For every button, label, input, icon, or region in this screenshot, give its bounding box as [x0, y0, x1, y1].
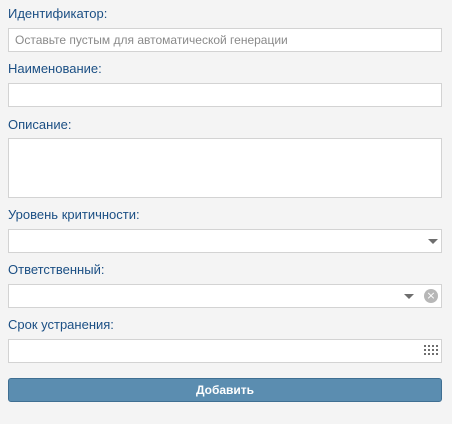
add-issue-form: Идентификатор: Наименование: Описание: У… — [0, 0, 452, 424]
criticality-label: Уровень критичности: — [8, 207, 140, 222]
deadline-input[interactable] — [9, 340, 409, 362]
add-button[interactable]: Добавить — [8, 378, 442, 402]
description-textarea[interactable] — [9, 139, 441, 197]
name-input[interactable] — [9, 84, 441, 106]
description-label: Описание: — [8, 117, 72, 132]
identifier-input[interactable] — [9, 29, 441, 51]
description-field-wrapper — [8, 138, 442, 198]
identifier-label: Идентификатор: — [8, 6, 108, 21]
identifier-field-wrapper — [8, 28, 442, 52]
calendar-icon[interactable] — [424, 345, 440, 357]
clear-icon[interactable]: × — [424, 289, 438, 303]
deadline-field-wrapper — [8, 339, 442, 363]
responsible-label: Ответственный: — [8, 262, 105, 277]
responsible-select[interactable]: × — [8, 284, 442, 308]
name-field-wrapper — [8, 83, 442, 107]
chevron-down-icon[interactable] — [404, 294, 414, 299]
criticality-select[interactable] — [8, 229, 442, 253]
deadline-label: Срок устранения: — [8, 317, 114, 332]
chevron-down-icon[interactable] — [428, 239, 438, 244]
name-label: Наименование: — [8, 61, 102, 76]
